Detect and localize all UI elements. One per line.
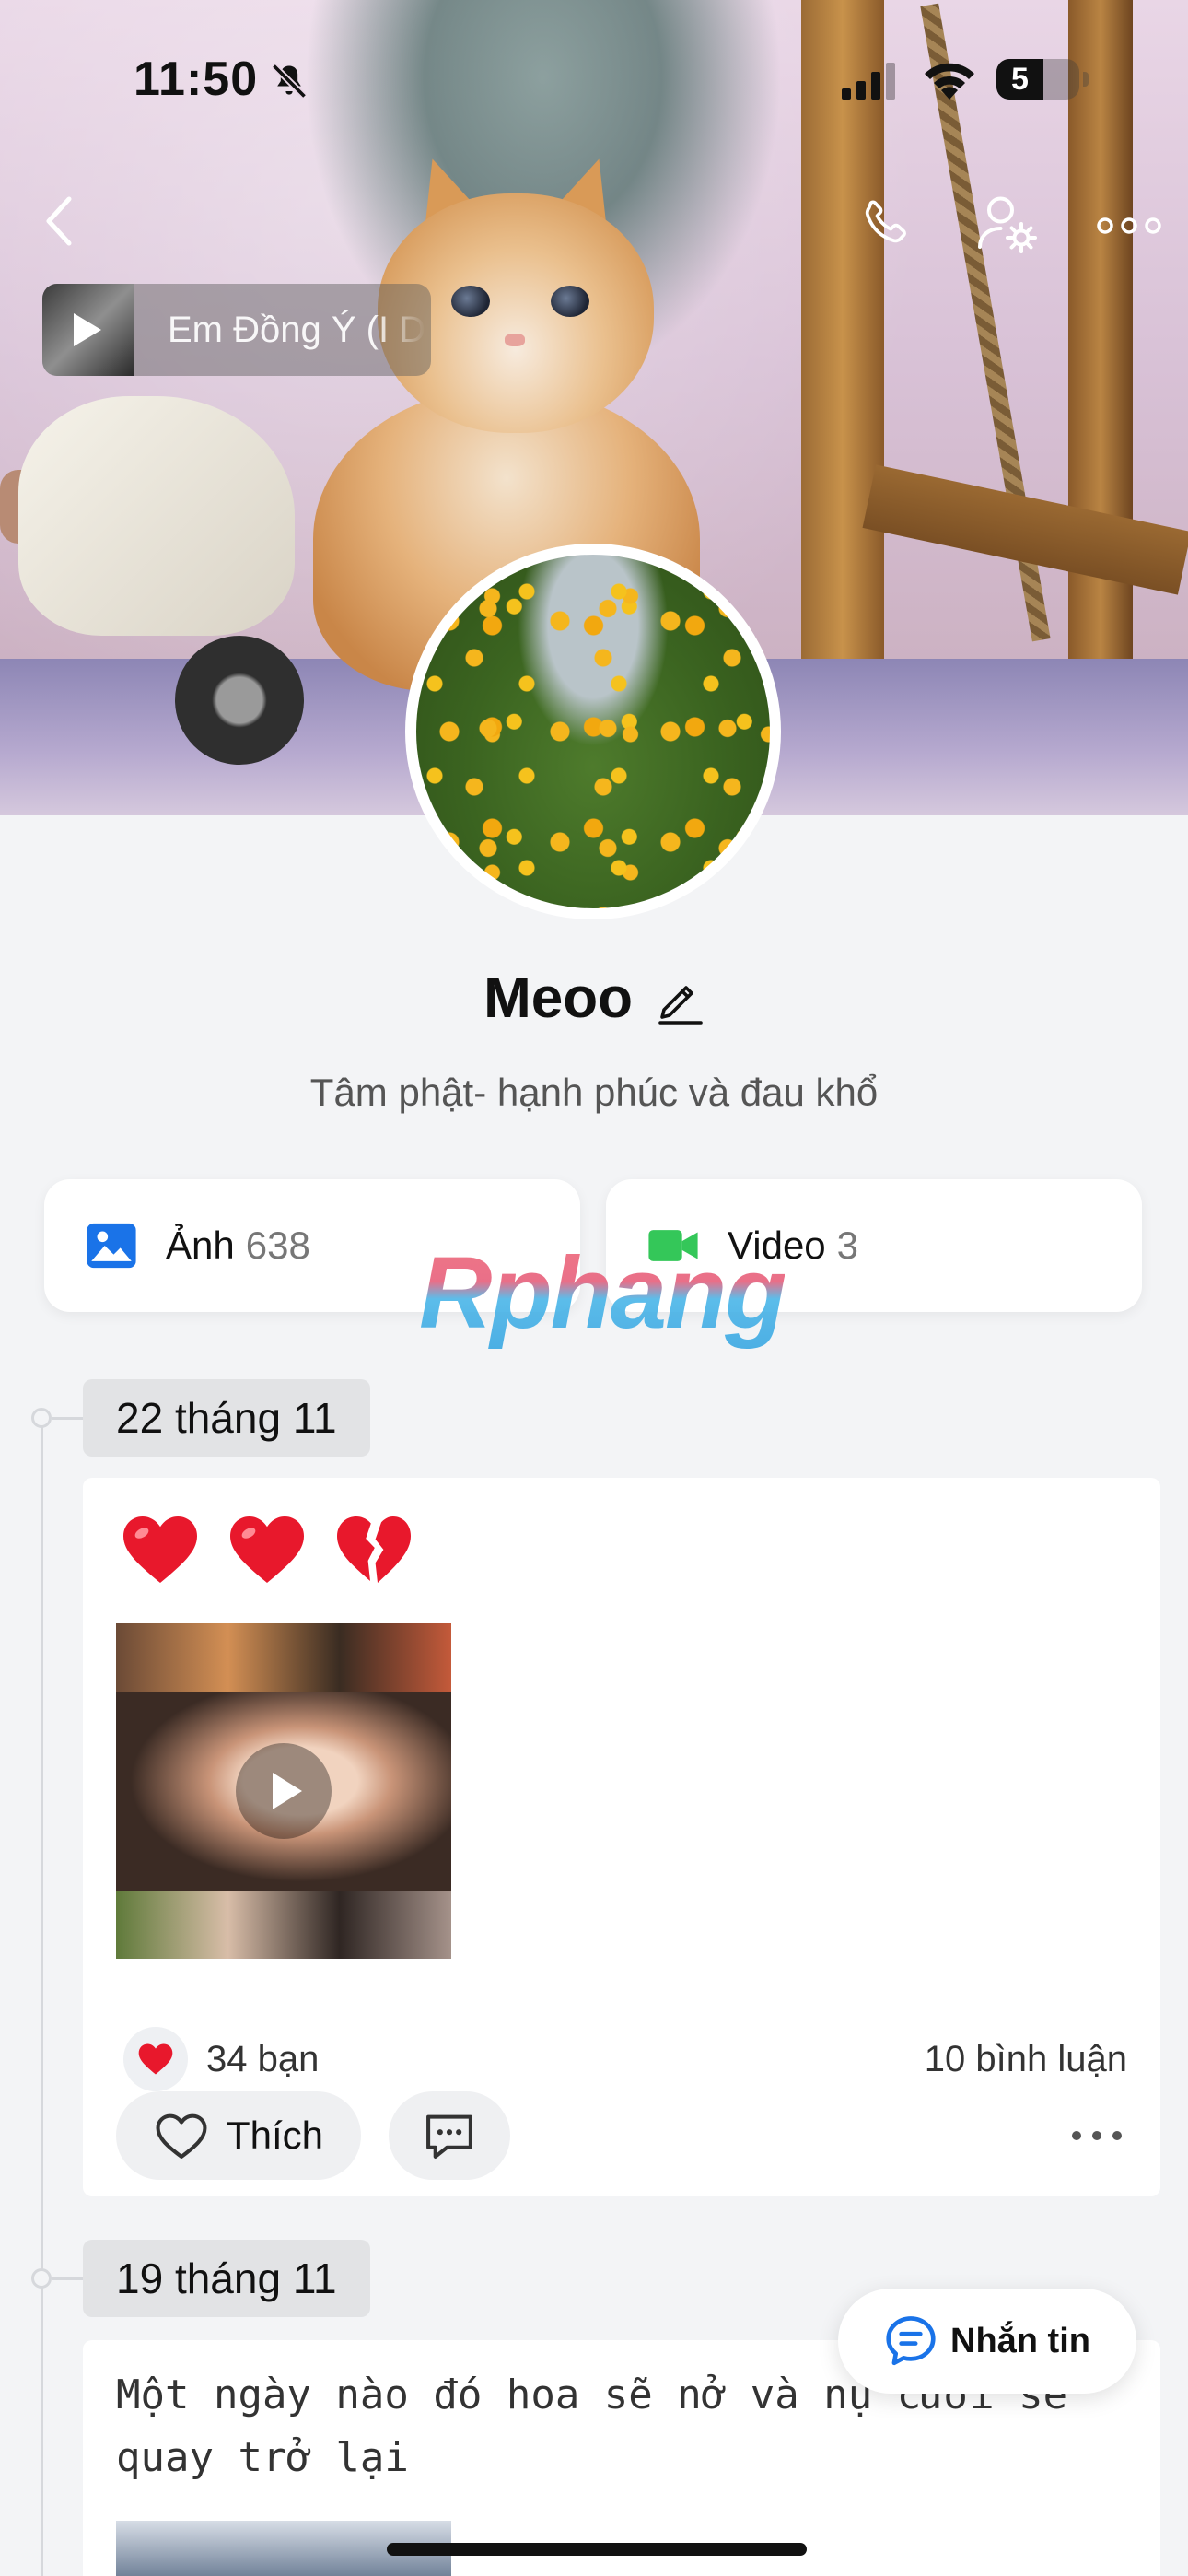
timeline-connector xyxy=(52,1417,85,1420)
timeline-line xyxy=(41,1419,43,2576)
play-icon xyxy=(74,313,101,346)
heart-outline-icon xyxy=(156,2113,207,2159)
red-heart-icon xyxy=(230,1516,304,1583)
post-more-button[interactable] xyxy=(1065,2117,1129,2154)
home-indicator[interactable] xyxy=(387,2543,807,2556)
post-video-thumbnail[interactable] xyxy=(116,1623,451,1959)
profile-music-player[interactable]: Em Đồng Ý (I D xyxy=(42,284,431,376)
more-horizontal-icon xyxy=(1097,217,1161,234)
like-label: Thích xyxy=(227,2113,324,2157)
cover-toy-scooter xyxy=(0,359,313,765)
timeline-dot xyxy=(31,2268,52,2289)
photos-label: Ảnh xyxy=(166,1224,235,1267)
more-options-button[interactable] xyxy=(1092,193,1166,258)
play-icon xyxy=(236,1743,332,1839)
call-button[interactable] xyxy=(849,189,919,259)
avatar-image xyxy=(416,555,770,908)
broken-heart-icon xyxy=(337,1516,411,1583)
videos-count: 3 xyxy=(836,1224,859,1267)
message-button-label: Nhắn tin xyxy=(950,2321,1090,2360)
user-gear-icon xyxy=(978,196,1037,253)
battery-indicator: 5 xyxy=(996,59,1079,100)
timeline-connector xyxy=(52,2277,85,2280)
photos-count: 638 xyxy=(245,1224,310,1267)
battery-tip xyxy=(1083,72,1089,87)
more-horizontal-icon xyxy=(1072,2131,1122,2140)
pencil-edit-icon[interactable] xyxy=(653,973,705,1025)
profile-name-row: Meoo xyxy=(0,966,1188,1031)
profile-settings-button[interactable] xyxy=(973,189,1042,259)
music-title: Em Đồng Ý (I D xyxy=(168,309,425,350)
watermark-logo: Rphang xyxy=(419,1236,786,1350)
red-heart-icon xyxy=(123,1516,197,1583)
post-emoji-row xyxy=(116,1505,418,1594)
post-date-chip: 22 tháng 11 xyxy=(83,1379,370,1457)
battery-level-text: 5 xyxy=(1011,62,1029,97)
message-button[interactable]: Nhắn tin xyxy=(838,2289,1136,2394)
like-button[interactable]: Thích xyxy=(116,2091,361,2180)
wifi-icon xyxy=(925,63,974,100)
avatar[interactable] xyxy=(405,544,781,919)
post-actions: Thích xyxy=(116,2073,1129,2180)
image-icon xyxy=(87,1223,136,1269)
chat-bubble-icon xyxy=(886,2316,936,2366)
timeline-dot xyxy=(31,1408,52,1428)
profile-name: Meoo xyxy=(483,966,633,1030)
comment-button[interactable] xyxy=(389,2091,510,2180)
bell-slash-icon xyxy=(271,63,308,100)
status-time: 11:50 xyxy=(134,53,259,106)
cellular-signal-icon xyxy=(842,63,895,100)
comment-bubble-icon xyxy=(426,2114,472,2159)
chevron-left-icon xyxy=(46,196,72,246)
post-date-chip: 19 tháng 11 xyxy=(83,2240,370,2317)
status-bar: 11:50 5 xyxy=(0,0,1188,157)
back-button[interactable] xyxy=(28,189,92,253)
profile-bio: Tâm phật- hạnh phúc và đau khổ xyxy=(309,1071,879,1114)
phone-icon xyxy=(865,200,906,243)
music-album-art xyxy=(42,284,134,376)
post-card[interactable]: 34 bạn 10 bình luận Thích xyxy=(83,1478,1160,2196)
